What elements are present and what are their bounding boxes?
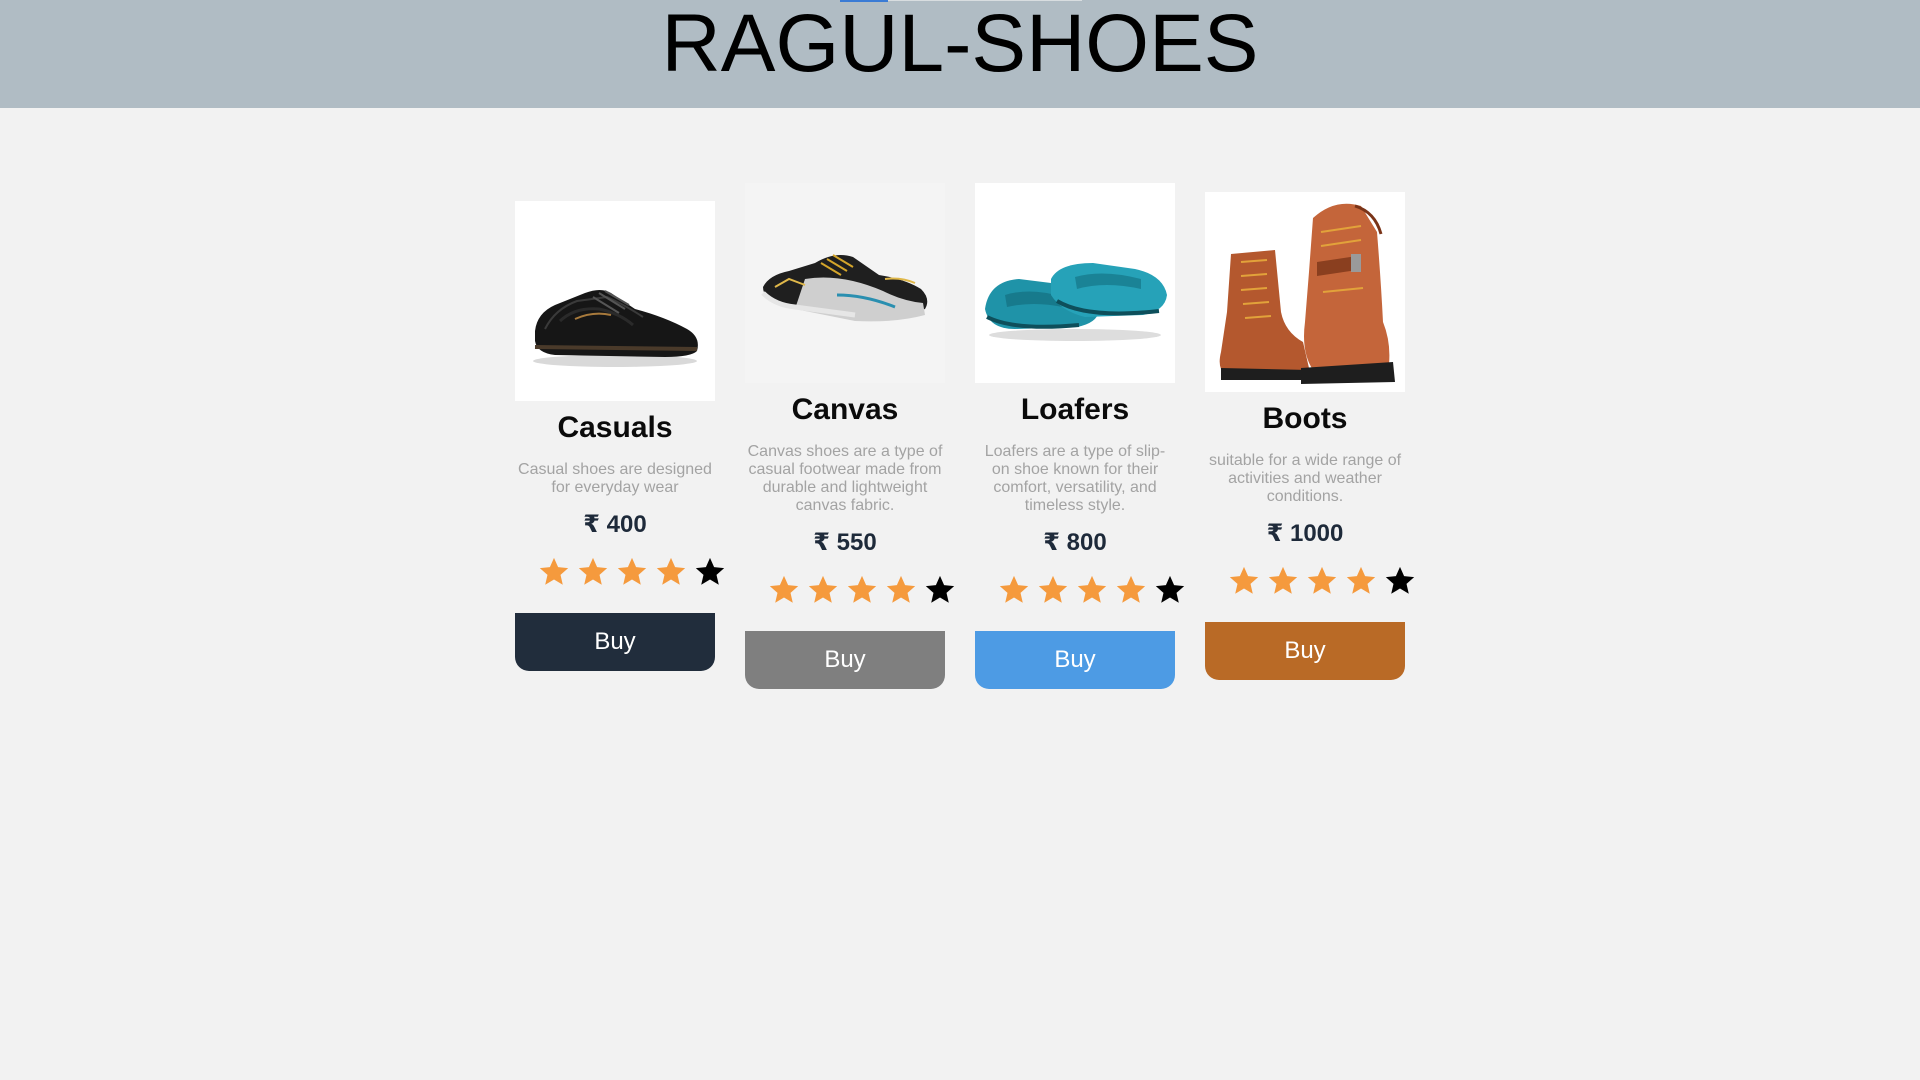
star-filled-icon	[537, 555, 571, 589]
product-image-loafers	[975, 183, 1175, 383]
black-oxford-shoe-icon	[533, 290, 698, 367]
product-name-loafers: Loafers	[1020, 393, 1130, 426]
star-empty-icon	[1153, 573, 1187, 607]
rating-stars-loafers	[975, 573, 1185, 607]
star-filled-icon	[806, 573, 840, 607]
product-card-boots: Boots suitable for a wide range of activ…	[1205, 192, 1415, 680]
product-card-canvas: Canvas Canvas shoes are a type of casual…	[745, 183, 955, 689]
product-description-boots: suitable for a wide range of activities …	[1208, 452, 1402, 505]
star-filled-icon	[615, 555, 649, 589]
rating-stars-canvas	[745, 573, 955, 607]
product-name-canvas: Canvas	[791, 393, 899, 426]
star-filled-icon	[884, 573, 918, 607]
product-description-loafers: Loafers are a type of slip-on shoe known…	[984, 443, 1166, 514]
product-description-canvas: Canvas shoes are a type of casual footwe…	[747, 443, 943, 514]
rating-stars-casuals	[515, 555, 725, 589]
star-filled-icon	[767, 573, 801, 607]
product-description-casuals: Casual shoes are designed for everyday w…	[518, 461, 712, 496]
product-name-casuals: Casuals	[557, 411, 673, 444]
buy-button-loafers[interactable]: Buy	[975, 631, 1175, 689]
star-filled-icon	[1114, 573, 1148, 607]
product-price-loafers: ₹ 800	[1043, 529, 1107, 556]
star-filled-icon	[1344, 564, 1378, 598]
star-filled-icon	[1266, 564, 1300, 598]
star-filled-icon	[997, 573, 1031, 607]
product-price-boots: ₹ 1000	[1266, 520, 1344, 547]
product-image-boots	[1205, 192, 1405, 392]
buy-button-boots[interactable]: Buy	[1205, 622, 1405, 680]
star-filled-icon	[654, 555, 688, 589]
product-card-casuals: Casuals Casual shoes are designed for ev…	[515, 201, 725, 671]
buy-button-canvas[interactable]: Buy	[745, 631, 945, 689]
star-empty-icon	[693, 555, 727, 589]
product-image-canvas	[745, 183, 945, 383]
product-name-boots: Boots	[1262, 402, 1348, 435]
site-header: RAGUL-SHOES	[0, 0, 1920, 108]
black-running-sneaker-icon	[761, 254, 928, 322]
tan-leather-boot-icon	[1219, 203, 1395, 384]
product-image-casuals	[515, 201, 715, 401]
product-price-casuals: ₹ 400	[583, 511, 647, 538]
star-filled-icon	[1227, 564, 1261, 598]
star-filled-icon	[1036, 573, 1070, 607]
star-empty-icon	[1383, 564, 1417, 598]
teal-suede-loafer-icon	[985, 263, 1167, 341]
star-empty-icon	[923, 573, 957, 607]
star-filled-icon	[1305, 564, 1339, 598]
rating-stars-boots	[1205, 564, 1415, 598]
product-card-loafers: Loafers Loafers are a type of slip-on sh…	[975, 183, 1185, 689]
product-price-canvas: ₹ 550	[813, 529, 877, 556]
buy-button-casuals[interactable]: Buy	[515, 613, 715, 671]
star-filled-icon	[845, 573, 879, 607]
star-filled-icon	[576, 555, 610, 589]
site-title: RAGUL-SHOES	[661, 0, 1259, 89]
star-filled-icon	[1075, 573, 1109, 607]
